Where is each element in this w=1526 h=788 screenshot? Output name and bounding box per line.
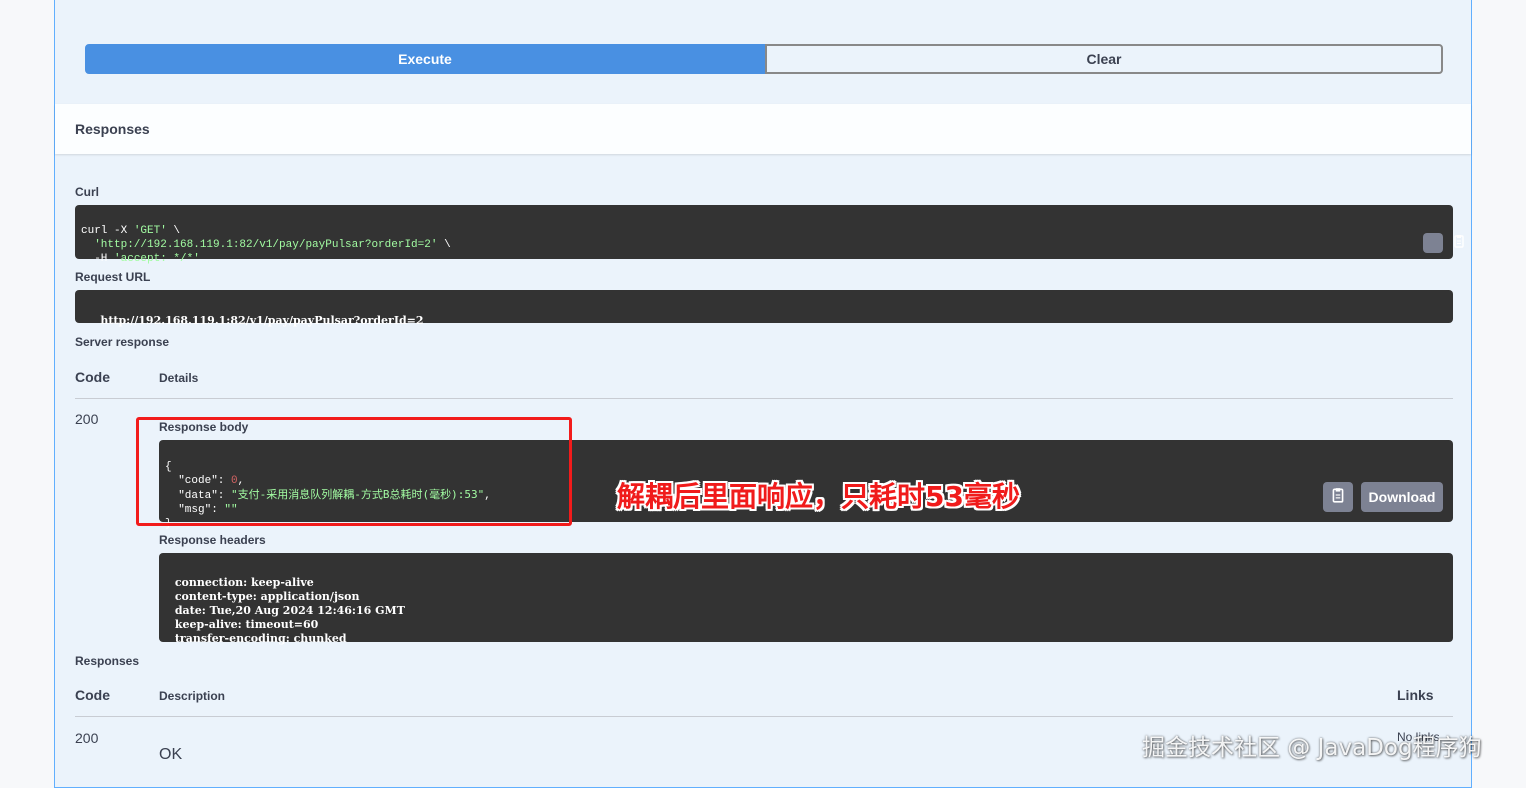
response-header-line: date: Tue,20 Aug 2024 12:46:16 GMT [171, 604, 405, 617]
copy-response-body-button[interactable] [1323, 482, 1353, 512]
watermark-text: 掘金技术社区 @ JavaDog程序狗 [1142, 735, 1482, 761]
responses-links-header: Links [1397, 687, 1434, 703]
copy-curl-button[interactable] [1423, 233, 1465, 253]
response-row-code: 200 [75, 730, 99, 746]
response-headers-block: connection: keep-alive content-type: app… [159, 553, 1453, 645]
responses-table-label: Responses [75, 654, 140, 668]
curl-text: curl -X [81, 225, 134, 237]
response-header-line: connection: keep-alive [171, 576, 314, 589]
server-response-details-header: Details [159, 371, 199, 385]
download-button[interactable]: Download [1361, 482, 1443, 512]
operation-block: Execute Clear Responses Curl curl -X 'GE… [54, 0, 1472, 788]
table-divider [75, 716, 1453, 717]
response-header-line: content-type: application/json [171, 590, 360, 603]
execute-button[interactable]: Execute [85, 44, 765, 74]
request-url-label: Request URL [75, 270, 151, 284]
curl-url: 'http://192.168.119.1:82/v1/pay/payPulsa… [94, 239, 438, 251]
response-headers-label: Response headers [159, 533, 266, 547]
annotation-text: 解耦后里面响应，只耗时53毫秒 [617, 480, 1020, 513]
server-response-label: Server response [75, 335, 170, 349]
curl-continuation: \ [437, 239, 451, 251]
curl-continuation: \ [166, 225, 181, 237]
server-response-code-header: Code [75, 369, 110, 385]
response-header-line: keep-alive: timeout=60 [171, 618, 319, 631]
responses-section-header: Responses [55, 104, 1471, 154]
clipboard-icon [1330, 487, 1346, 508]
response-header-line: transfer-encoding: chunked [171, 632, 347, 645]
execute-wrapper: Execute Clear [85, 44, 1445, 74]
request-url-value: http://192.168.119.1:82/v1/pay/payPulsar… [100, 314, 424, 327]
response-row-description: OK [159, 746, 183, 763]
curl-method: 'GET' [133, 225, 167, 237]
highlight-box [136, 417, 572, 526]
clear-button[interactable]: Clear [765, 44, 1443, 74]
response-status-code: 200 [75, 411, 99, 427]
responses-description-header: Description [159, 689, 226, 703]
responses-section-title: Responses [75, 121, 150, 137]
responses-code-header: Code [75, 687, 110, 703]
clipboard-icon [1400, 220, 1467, 267]
curl-header: 'accept: */*' [114, 253, 200, 265]
curl-text: -H [81, 253, 115, 265]
request-url-block: http://192.168.119.1:82/v1/pay/payPulsar… [75, 290, 1453, 327]
curl-label: Curl [75, 185, 99, 199]
curl-command-block: curl -X 'GET' \ 'http://192.168.119.1:82… [75, 205, 1465, 265]
table-divider [75, 398, 1453, 399]
